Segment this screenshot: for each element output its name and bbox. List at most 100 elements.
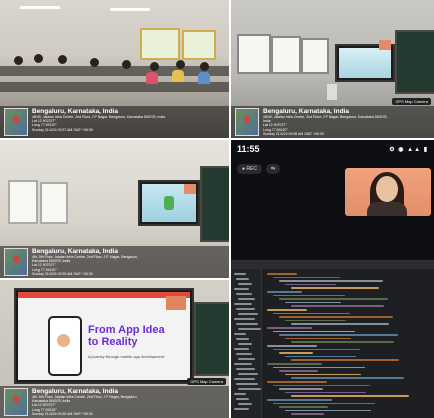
tree-line xyxy=(238,283,252,285)
window xyxy=(40,182,68,224)
tree-line xyxy=(234,288,249,290)
code-line xyxy=(279,388,323,390)
chalkboard xyxy=(194,302,229,376)
code-line xyxy=(279,406,328,408)
tree-line xyxy=(238,403,252,405)
location-pin-icon xyxy=(11,114,21,124)
tree-line xyxy=(234,318,255,320)
code-line xyxy=(273,330,355,333)
status-icons: ⚙ ◉ ▲▲ ▮ xyxy=(389,146,428,153)
editor-tabs xyxy=(231,261,434,269)
tree-line xyxy=(234,378,255,380)
code-line xyxy=(273,276,340,279)
code-line xyxy=(273,366,365,369)
geotag-city: Bengaluru, Karnataka, India xyxy=(263,108,349,115)
tree-line xyxy=(238,313,258,315)
code-line xyxy=(285,409,371,412)
student xyxy=(150,62,159,71)
student xyxy=(200,62,209,71)
ceiling-light xyxy=(110,8,150,11)
tree-line xyxy=(238,373,258,375)
tree-line xyxy=(236,338,249,340)
code-line xyxy=(285,391,366,394)
tree-line xyxy=(236,323,258,325)
student xyxy=(122,60,131,69)
swap-chip[interactable]: ⇆ xyxy=(265,164,281,174)
code-line xyxy=(285,355,356,358)
geotag-overlay: GPS Map Camera Bengaluru, Karnataka, Ind… xyxy=(0,378,229,418)
podium xyxy=(327,84,337,100)
slide-title: From App Idea to Reality xyxy=(88,324,165,348)
window xyxy=(271,36,301,74)
tree-line xyxy=(234,348,249,350)
tree-line xyxy=(236,293,252,295)
map-thumbnail-icon xyxy=(4,388,28,416)
classroom-photo-students: Bengaluru, Karnataka, India 48/49, Jalai… xyxy=(0,0,229,138)
geotag-city: Bengaluru, Karnataka, India xyxy=(32,388,118,395)
geotag-line: Sunday 21/4/24 09:37 AM GMT +05:30 xyxy=(32,127,93,132)
code-line xyxy=(267,327,312,329)
window xyxy=(140,28,180,60)
geotag-line: Sunday 21/4/24 09:38 AM GMT +05:30 xyxy=(263,131,324,136)
code-line xyxy=(285,283,336,286)
status-bar: 11:55 ⚙ ◉ ▲▲ ▮ xyxy=(231,140,434,158)
geotag-city: Bengaluru, Karnataka, India xyxy=(32,248,118,255)
code-line xyxy=(285,319,346,322)
code-line xyxy=(291,287,379,289)
code-line xyxy=(291,395,409,397)
tree-line xyxy=(238,328,261,330)
code-line xyxy=(267,345,317,347)
code-line xyxy=(267,273,297,275)
tree-line xyxy=(236,278,249,280)
code-editor xyxy=(231,260,434,418)
presenter-thumbnail xyxy=(166,296,186,310)
code-line xyxy=(279,370,318,372)
code-line xyxy=(279,352,313,354)
tree-line xyxy=(234,273,246,275)
code-line xyxy=(291,413,324,415)
tree-line xyxy=(236,353,252,355)
tree-line xyxy=(236,383,258,385)
code-line xyxy=(273,294,345,297)
code-line xyxy=(279,280,383,282)
record-chip[interactable]: ● REC xyxy=(237,164,262,174)
tree-line xyxy=(234,333,246,335)
code-line xyxy=(285,337,351,340)
code-line xyxy=(267,309,307,311)
window xyxy=(301,38,329,74)
tree-line xyxy=(236,368,255,370)
location-pin-icon xyxy=(11,394,21,404)
student xyxy=(172,70,184,82)
phone-screenshot: 11:55 ⚙ ◉ ▲▲ ▮ ● REC ⇆ xyxy=(231,140,434,418)
window xyxy=(182,30,216,60)
code-line xyxy=(273,312,350,315)
student xyxy=(198,72,210,84)
classroom-photo-projector: Bengaluru, Karnataka, India 4th, 5th Flo… xyxy=(0,140,229,278)
tree-line xyxy=(234,303,252,305)
meeting-controls: ● REC ⇆ xyxy=(237,164,281,174)
tree-line xyxy=(234,363,252,365)
code-line xyxy=(267,291,302,293)
geotag-line: Sunday 21/4/24 09:39 AM GMT +05:30 xyxy=(32,411,93,416)
phone-mockup xyxy=(48,316,82,376)
speaker-video[interactable] xyxy=(345,168,431,216)
tree-line xyxy=(238,298,255,300)
window xyxy=(237,34,271,74)
student xyxy=(34,54,43,63)
tree-line xyxy=(234,393,246,395)
code-line xyxy=(285,373,361,376)
code-line xyxy=(291,377,404,379)
code-line xyxy=(291,305,384,307)
map-thumbnail-icon xyxy=(4,248,28,276)
student xyxy=(146,72,158,84)
geotag-line: Sunday 21/4/24 09:39 AM GMT +05:30 xyxy=(32,271,93,276)
gps-camera-badge: GPS Map Camera xyxy=(187,378,226,385)
student xyxy=(176,60,185,69)
code-line xyxy=(291,341,394,343)
chalkboard xyxy=(200,166,229,242)
chalkboard xyxy=(395,30,434,94)
photo-collage: Bengaluru, Karnataka, India 48/49, Jalai… xyxy=(0,0,434,418)
geotag-overlay: Bengaluru, Karnataka, India 4th, 5th Flo… xyxy=(0,246,229,278)
tree-line xyxy=(238,388,261,390)
code-line xyxy=(279,316,393,318)
